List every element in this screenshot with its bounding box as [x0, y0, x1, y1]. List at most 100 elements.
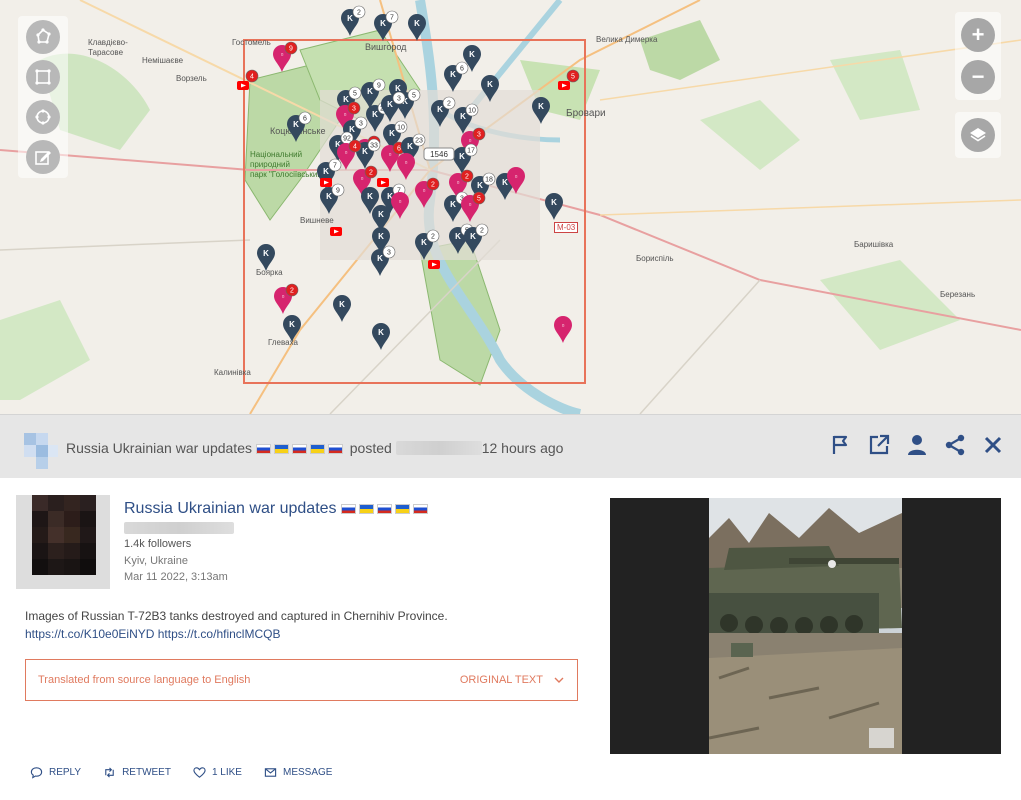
flag-ru-icon — [413, 504, 428, 514]
post-link[interactable]: https://t.co/K10e0EiNYD — [25, 627, 154, 641]
draw-rectangle-button[interactable] — [26, 60, 60, 94]
svg-text:▫: ▫ — [282, 292, 285, 301]
svg-text:K: K — [293, 120, 299, 129]
original-text-label: ORIGINAL TEXT — [459, 674, 543, 686]
close-icon[interactable] — [981, 433, 1005, 457]
share-icon[interactable] — [943, 433, 967, 457]
vk-marker[interactable]: K3 — [371, 245, 396, 276]
vk-marker[interactable]: K17 — [453, 143, 478, 174]
svg-text:K: K — [450, 70, 456, 79]
vk-marker[interactable]: K — [481, 75, 499, 102]
translation-note: Translated from source language to Engli… — [38, 674, 251, 686]
post-text-content: Images of Russian T-72B3 tanks destroyed… — [25, 609, 448, 623]
reply-icon — [30, 767, 43, 779]
flag-icon[interactable] — [829, 433, 853, 457]
svg-text:2: 2 — [369, 170, 373, 177]
vk-marker[interactable]: K6 — [444, 61, 469, 92]
svg-text:K: K — [477, 181, 483, 190]
instagram-marker[interactable]: ▫2 — [415, 177, 440, 208]
vk-marker[interactable]: K — [408, 14, 426, 41]
svg-text:2: 2 — [290, 288, 294, 295]
svg-text:4: 4 — [250, 74, 254, 81]
svg-text:K: K — [450, 200, 456, 209]
vk-marker[interactable]: K10 — [454, 103, 479, 134]
svg-text:9: 9 — [289, 46, 293, 53]
svg-text:33: 33 — [370, 143, 378, 150]
retweet-button[interactable]: RETWEET — [103, 766, 171, 779]
author-name[interactable]: Russia Ukrainian war updates — [124, 500, 431, 518]
svg-text:10: 10 — [468, 108, 476, 115]
svg-text:K: K — [407, 142, 413, 151]
svg-text:▫: ▫ — [423, 186, 426, 195]
like-button[interactable]: 1 LIKE — [193, 766, 242, 779]
svg-text:▫: ▫ — [361, 174, 364, 183]
layers-control — [955, 112, 1001, 158]
vk-marker[interactable]: K — [532, 97, 550, 124]
instagram-marker[interactable]: ▫ — [554, 316, 572, 343]
vk-marker[interactable]: K7 — [374, 10, 399, 41]
reply-button[interactable]: REPLY — [30, 766, 81, 779]
svg-text:7: 7 — [390, 15, 394, 22]
svg-text:▫: ▫ — [405, 158, 408, 167]
post-media[interactable] — [610, 498, 1001, 754]
vk-marker[interactable]: K — [372, 323, 390, 350]
tank-photo — [709, 498, 902, 754]
translation-notice: Translated from source language to Engli… — [25, 659, 578, 701]
youtube-marker[interactable]: 4 — [237, 69, 259, 90]
instagram-marker[interactable]: ▫2 — [274, 283, 299, 314]
vk-marker[interactable]: K — [545, 193, 563, 220]
header-source-name[interactable]: Russia Ukrainian war updates — [66, 440, 252, 456]
flag-ua-icon — [273, 444, 289, 454]
author-avatar[interactable] — [16, 495, 110, 589]
svg-text:6: 6 — [460, 66, 464, 73]
cluster-marker[interactable]: 1546 — [423, 147, 455, 161]
youtube-marker[interactable] — [377, 178, 389, 187]
retweet-label: RETWEET — [122, 767, 171, 778]
like-label: 1 LIKE — [211, 767, 242, 778]
layers-button[interactable] — [961, 118, 995, 152]
instagram-marker[interactable]: ▫9 — [273, 41, 298, 72]
svg-text:K: K — [437, 105, 443, 114]
post-date: Mar 11 2022, 3:13am — [124, 571, 228, 583]
instagram-marker[interactable]: ▫ — [397, 153, 415, 180]
svg-text:▫: ▫ — [389, 150, 392, 159]
vk-marker[interactable]: K — [257, 244, 275, 271]
vk-marker[interactable]: K6 — [287, 111, 312, 142]
svg-text:5: 5 — [477, 196, 481, 203]
svg-text:K: K — [395, 84, 401, 93]
svg-text:▫: ▫ — [562, 321, 565, 330]
map-view[interactable]: Клавдієво- Тарасове Немішаєве Ворзель Гос… — [0, 0, 1021, 414]
user-icon[interactable] — [905, 433, 929, 457]
svg-text:K: K — [389, 129, 395, 138]
svg-text:K: K — [551, 198, 557, 207]
edit-shape-button[interactable] — [26, 140, 60, 174]
flag-ru-icon — [291, 444, 307, 454]
source-avatar[interactable] — [20, 423, 60, 471]
draw-polygon-button[interactable] — [26, 20, 60, 54]
youtube-marker[interactable] — [320, 178, 332, 187]
vk-marker[interactable]: K9 — [320, 183, 345, 214]
vk-marker[interactable]: K — [333, 295, 351, 322]
post-text: Images of Russian T-72B3 tanks destroyed… — [25, 607, 585, 643]
open-external-icon[interactable] — [867, 433, 891, 457]
vk-marker[interactable]: K — [283, 315, 301, 342]
svg-text:K: K — [380, 19, 386, 28]
zoom-in-button[interactable]: + — [961, 18, 995, 52]
svg-text:▫: ▫ — [344, 110, 347, 119]
svg-text:K: K — [378, 210, 384, 219]
youtube-marker[interactable]: 5 — [558, 69, 580, 90]
vk-marker[interactable]: K2 — [415, 229, 440, 260]
vk-marker[interactable]: K2 — [341, 5, 366, 36]
youtube-marker[interactable] — [428, 260, 440, 269]
instagram-marker[interactable]: ▫ — [391, 192, 409, 219]
draw-circle-button[interactable] — [26, 100, 60, 134]
vk-marker[interactable]: K2 — [431, 96, 456, 127]
message-button[interactable]: MESSAGE — [264, 766, 332, 779]
zoom-out-button[interactable]: − — [961, 60, 995, 94]
post-link[interactable]: https://t.co/hfinclMCQB — [158, 627, 281, 641]
svg-text:K: K — [326, 192, 332, 201]
youtube-marker[interactable] — [330, 227, 342, 236]
svg-text:▫: ▫ — [281, 50, 284, 59]
svg-text:3: 3 — [477, 132, 481, 139]
original-text-toggle[interactable]: ORIGINAL TEXT — [460, 674, 565, 686]
